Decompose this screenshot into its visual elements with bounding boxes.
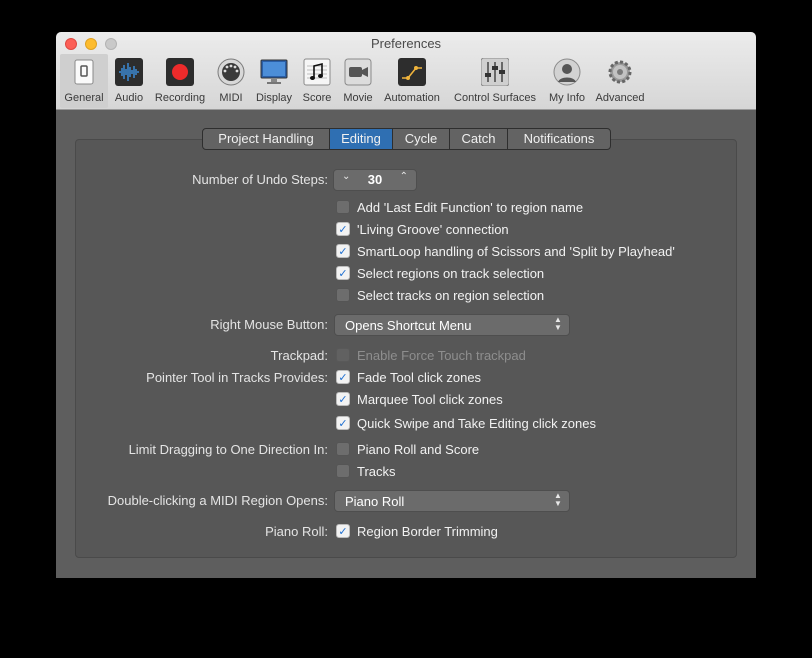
checkbox[interactable] <box>336 442 350 456</box>
toolbar-label: Recording <box>154 92 206 104</box>
audio-waveform-icon <box>115 58 143 86</box>
user-avatar-icon <box>553 58 581 86</box>
checkbox-label: 'Living Groove' connection <box>357 221 509 237</box>
option-select-regions[interactable]: ✓ Select regions on track selection <box>336 264 544 282</box>
toolbar-label: Movie <box>343 92 373 104</box>
tab-project-handling[interactable]: Project Handling <box>203 129 330 149</box>
display-monitor-icon <box>260 59 288 84</box>
stepper-increment[interactable]: ⌃ <box>400 171 408 182</box>
tab-bar: Project Handling Editing Cycle Catch Not… <box>202 128 611 150</box>
toolbar-label: General <box>64 92 104 104</box>
title-bar: Preferences General Audio Recording MIDI… <box>56 32 756 110</box>
window-title: Preferences <box>370 36 442 51</box>
toolbar-recording[interactable]: Recording <box>150 54 210 108</box>
movie-camera-icon <box>344 58 372 86</box>
toolbar-automation[interactable]: Automation <box>380 54 444 108</box>
toolbar-advanced[interactable]: Advanced <box>592 54 648 108</box>
toolbar-general[interactable]: General <box>60 54 108 108</box>
score-notes-icon <box>303 58 331 86</box>
option-tracks[interactable]: Tracks <box>336 462 396 480</box>
option-piano-roll-score[interactable]: Piano Roll and Score <box>336 440 479 458</box>
toolbar-label: Audio <box>114 92 144 104</box>
midi-connector-icon <box>217 58 245 86</box>
chevron-updown-icon: ▲ ▼ <box>554 315 562 332</box>
trackpad-label: Trackpad: <box>270 348 328 363</box>
checkbox[interactable]: ✓ <box>336 370 350 384</box>
checkbox-label: Tracks <box>357 463 396 479</box>
toolbar-label: My Info <box>548 92 586 104</box>
toolbar-display[interactable]: Display <box>252 54 296 108</box>
option-smartloop[interactable]: ✓ SmartLoop handling of Scissors and 'Sp… <box>336 242 675 260</box>
checkbox-label: SmartLoop handling of Scissors and 'Spli… <box>357 243 675 259</box>
right-mouse-select[interactable]: Opens Shortcut Menu ▲ ▼ <box>334 314 570 336</box>
checkbox[interactable]: ✓ <box>336 266 350 280</box>
toolbar-movie[interactable]: Movie <box>338 54 378 108</box>
toolbar-audio[interactable]: Audio <box>110 54 148 108</box>
select-value: Piano Roll <box>345 494 405 509</box>
checkbox-label: Marquee Tool click zones <box>357 391 503 407</box>
checkbox[interactable]: ✓ <box>336 392 350 406</box>
undo-steps-label: Number of Undo Steps: <box>192 172 328 187</box>
automation-curve-icon <box>398 58 426 86</box>
toolbar-score[interactable]: Score <box>298 54 336 108</box>
checkbox[interactable] <box>336 464 350 478</box>
gear-icon <box>608 60 632 84</box>
option-force-touch[interactable]: Enable Force Touch trackpad <box>336 346 526 364</box>
toolbar-label: Display <box>255 92 293 104</box>
checkbox[interactable] <box>336 200 350 214</box>
option-last-edit-function[interactable]: Add 'Last Edit Function' to region name <box>336 198 583 216</box>
toolbar-label: Score <box>302 92 332 104</box>
toolbar-control-surfaces[interactable]: Control Surfaces <box>448 54 542 108</box>
checkbox-label: Region Border Trimming <box>357 523 498 539</box>
toolbar-label: Automation <box>384 92 440 104</box>
record-icon <box>166 58 194 86</box>
checkbox-label: Select tracks on region selection <box>357 287 545 303</box>
checkbox[interactable] <box>336 288 350 302</box>
piano-roll-label: Piano Roll: <box>265 524 328 539</box>
checkbox[interactable]: ✓ <box>336 222 350 236</box>
toolbar-midi[interactable]: MIDI <box>212 54 250 108</box>
checkbox-label: Select regions on track selection <box>357 265 545 281</box>
limit-dragging-label: Limit Dragging to One Direction In: <box>128 442 328 457</box>
option-marquee-tool[interactable]: ✓ Marquee Tool click zones <box>336 390 503 408</box>
option-quick-swipe[interactable]: ✓ Quick Swipe and Take Editing click zon… <box>336 414 596 432</box>
undo-steps-stepper[interactable]: ⌄ 30 ⌃ <box>333 169 417 191</box>
toolbar-my-info[interactable]: My Info <box>544 54 590 108</box>
checkbox-label: Enable Force Touch trackpad <box>357 347 526 363</box>
faders-icon <box>481 58 509 86</box>
option-living-groove[interactable]: ✓ 'Living Groove' connection <box>336 220 509 238</box>
pointer-tool-label: Pointer Tool in Tracks Provides: <box>146 370 328 385</box>
checkbox-label: Fade Tool click zones <box>357 369 482 385</box>
preferences-window: Preferences General Audio Recording MIDI… <box>56 32 756 578</box>
tab-cycle[interactable]: Cycle <box>393 129 450 149</box>
toolbar-label: Advanced <box>595 92 645 104</box>
double-click-label: Double-clicking a MIDI Region Opens: <box>107 493 328 508</box>
select-value: Opens Shortcut Menu <box>345 318 472 333</box>
tab-notifications[interactable]: Notifications <box>508 129 610 149</box>
tab-editing[interactable]: Editing <box>330 129 393 149</box>
right-mouse-label: Right Mouse Button: <box>210 317 328 332</box>
tab-catch[interactable]: Catch <box>450 129 508 149</box>
checkbox[interactable]: ✓ <box>336 524 350 538</box>
checkbox-label: Add 'Last Edit Function' to region name <box>357 199 584 215</box>
toolbar-label: MIDI <box>219 92 243 104</box>
option-region-border-trimming[interactable]: ✓ Region Border Trimming <box>336 522 498 540</box>
checkbox[interactable]: ✓ <box>336 416 350 430</box>
double-click-select[interactable]: Piano Roll ▲ ▼ <box>334 490 570 512</box>
checkbox[interactable] <box>336 348 350 362</box>
checkbox-label: Quick Swipe and Take Editing click zones <box>357 415 596 431</box>
checkbox-label: Piano Roll and Score <box>357 441 480 457</box>
toolbar-label: Control Surfaces <box>454 92 536 104</box>
chevron-updown-icon: ▲ ▼ <box>554 491 562 508</box>
option-select-tracks[interactable]: Select tracks on region selection <box>336 286 544 304</box>
general-icon <box>74 59 94 85</box>
option-fade-tool[interactable]: ✓ Fade Tool click zones <box>336 368 481 386</box>
checkbox[interactable]: ✓ <box>336 244 350 258</box>
